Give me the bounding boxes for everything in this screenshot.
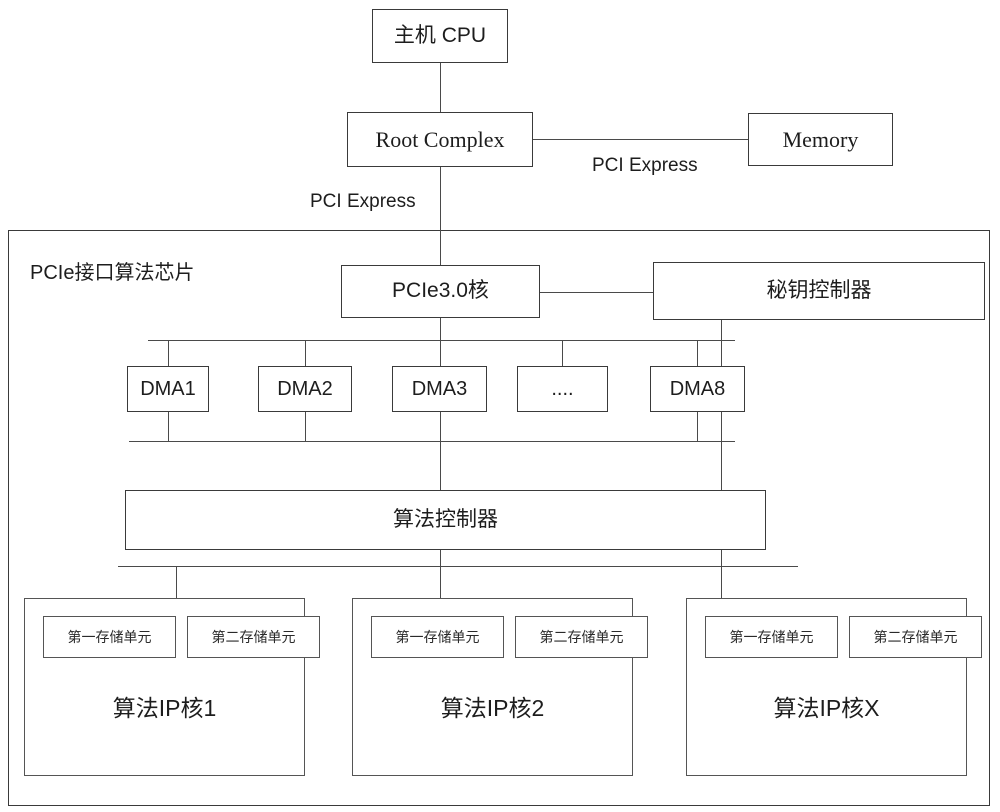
dma-label-3: DMA3 xyxy=(411,377,468,400)
algorithm-ip-core-2-title: 算法IP核2 xyxy=(440,695,545,721)
memory-unit-2-core-x: 第二存储单元 xyxy=(849,616,982,658)
memory-unit-1-core-2: 第一存储单元 xyxy=(371,616,504,658)
memory-label: Memory xyxy=(782,126,859,152)
host-cpu-box: 主机 CPU xyxy=(372,9,508,63)
ip-core-distribution-bus xyxy=(118,566,798,567)
pcie3-core-label: PCIe3.0核 xyxy=(392,279,489,303)
pci-express-label-memory: PCI Express xyxy=(592,155,698,176)
ip-core-stub-2 xyxy=(440,566,441,599)
algorithm-controller-label: 算法控制器 xyxy=(393,507,498,531)
diagram-canvas: 主机 CPU Root Complex Memory PCI Express P… xyxy=(0,0,1000,812)
ip-core-stub-1 xyxy=(176,566,177,599)
algorithm-ip-core-x: 第一存储单元 第二存储单元 算法IP核X xyxy=(686,598,982,776)
dma-box-8: DMA8 xyxy=(650,366,745,412)
dma-stub-bottom-1 xyxy=(168,412,169,441)
dma-lower-bus xyxy=(129,441,735,442)
dma-stub-bottom-2 xyxy=(305,412,306,441)
memory-unit-1-core-1: 第一存储单元 xyxy=(43,616,176,658)
dma-stub-top-2 xyxy=(305,340,306,367)
dma-upper-bus xyxy=(148,340,735,341)
connector-chip-edge-to-pcie-core xyxy=(440,230,441,266)
memory-unit-2-core-1: 第二存储单元 xyxy=(187,616,320,658)
algorithm-ip-core-2: 第一存储单元 第二存储单元 算法IP核2 xyxy=(352,598,648,776)
memory-unit-2-label-core-x: 第二存储单元 xyxy=(873,629,958,645)
dma-stub-top-5 xyxy=(697,340,698,367)
chip-title-label: PCIe接口算法芯片 xyxy=(30,262,195,284)
connector-cpu-to-root-complex xyxy=(440,63,441,113)
connector-root-complex-to-memory xyxy=(533,139,748,140)
memory-unit-1-label-core-2: 第一存储单元 xyxy=(395,629,480,645)
host-cpu-label: 主机 CPU xyxy=(393,23,487,47)
dma-label-1: DMA1 xyxy=(140,377,196,400)
pci-express-label-chip: PCI Express xyxy=(310,191,416,212)
algorithm-ip-core-1: 第一存储单元 第二存储单元 算法IP核1 xyxy=(24,598,320,776)
memory-unit-2-label-core-2: 第二存储单元 xyxy=(539,629,624,645)
dma-box-1: DMA1 xyxy=(127,366,209,412)
key-controller-label: 秘钥控制器 xyxy=(766,278,872,302)
dma-box-3: DMA3 xyxy=(392,366,487,412)
dma-box-ellipsis: .... xyxy=(517,366,608,412)
memory-unit-1-label-core-x: 第一存储单元 xyxy=(729,629,814,645)
dma-stub-bottom-5 xyxy=(697,412,698,441)
memory-unit-2-core-2: 第二存储单元 xyxy=(515,616,648,658)
dma-label-8: DMA8 xyxy=(669,377,726,400)
pcie3-core-box: PCIe3.0核 xyxy=(341,265,540,318)
connector-pcie-core-to-key-controller xyxy=(540,292,653,293)
dma-box-2: DMA2 xyxy=(258,366,352,412)
memory-box: Memory xyxy=(748,113,893,166)
memory-unit-2-label-core-1: 第二存储单元 xyxy=(211,629,296,645)
dma-stub-top-1 xyxy=(168,340,169,367)
connector-root-complex-to-chip xyxy=(440,167,441,230)
root-complex-label: Root Complex xyxy=(375,126,505,152)
algorithm-ip-core-x-title: 算法IP核X xyxy=(773,695,880,721)
key-controller-box: 秘钥控制器 xyxy=(653,262,985,320)
root-complex-box: Root Complex xyxy=(347,112,533,167)
algorithm-controller-box: 算法控制器 xyxy=(125,490,766,550)
memory-unit-1-core-x: 第一存储单元 xyxy=(705,616,838,658)
dma-label-2: DMA2 xyxy=(277,377,333,400)
dma-stub-top-4 xyxy=(562,340,563,367)
memory-unit-1-label-core-1: 第一存储单元 xyxy=(67,629,152,645)
algorithm-ip-core-1-title: 算法IP核1 xyxy=(112,695,217,721)
dma-label-ellipsis: .... xyxy=(551,377,574,400)
ip-core-stub-3 xyxy=(721,566,722,599)
connector-algorithm-controller-down xyxy=(440,550,441,566)
